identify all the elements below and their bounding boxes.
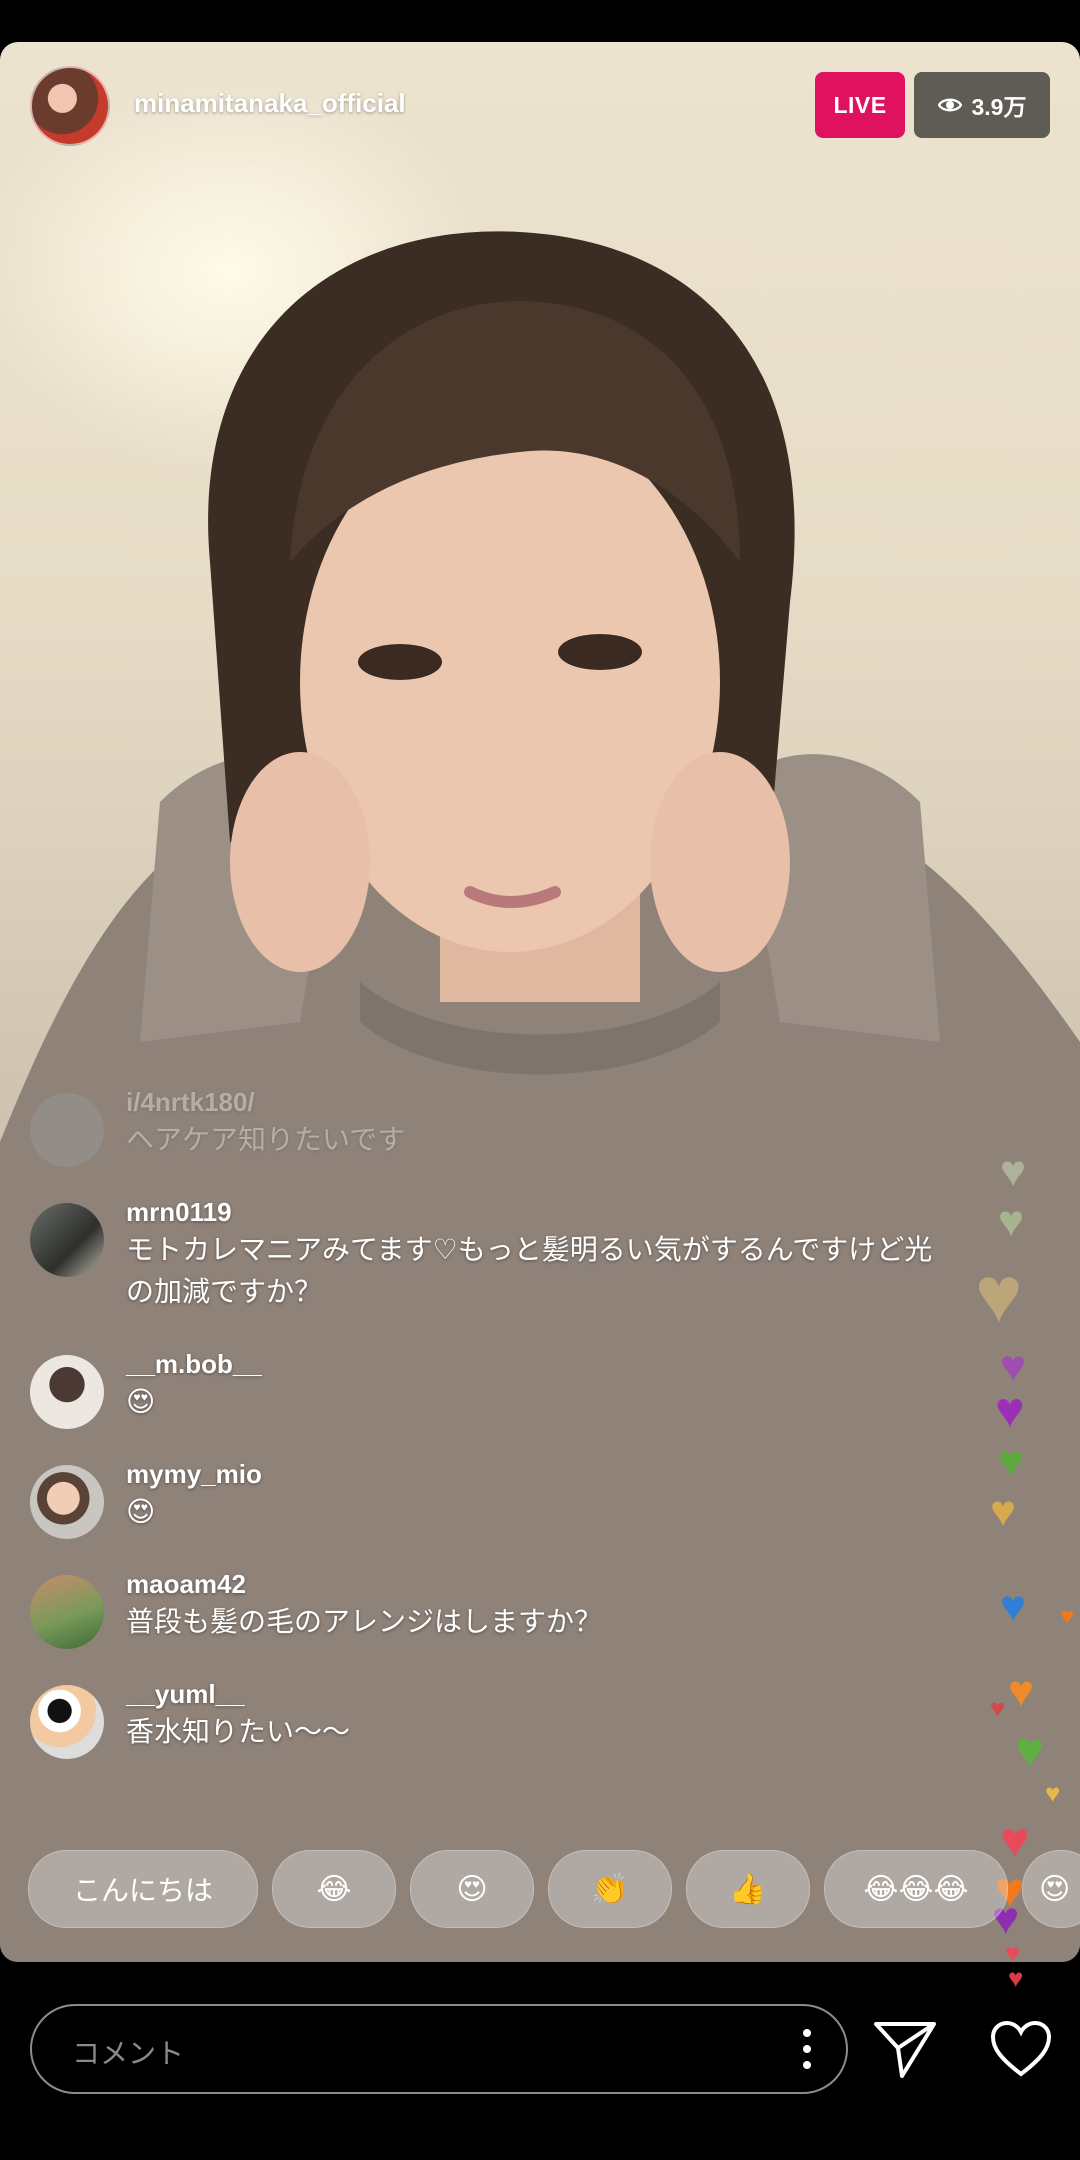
host-username[interactable]: minamitanaka_official xyxy=(134,88,406,119)
heart-icon: ♥ xyxy=(1008,1963,1024,1993)
viewer-count: 3.9万 xyxy=(971,94,1027,120)
commenter-avatar[interactable] xyxy=(30,1093,104,1167)
heart-icon: ♥ xyxy=(1000,1147,1027,1196)
heart-icon: ♥ xyxy=(990,1693,1006,1723)
quick-reaction-heart-eyes[interactable]: 😍 xyxy=(410,1850,535,1928)
commenter-username[interactable]: mrn0119 xyxy=(126,1195,950,1229)
heart-icon: ♥ xyxy=(995,1382,1025,1438)
quick-reaction-bar: こんにちは 😂 😍 👏 👍 😂😂😂 😍 xyxy=(28,1850,1080,1928)
comment-placeholder: コメント xyxy=(72,2038,185,2069)
commenter-avatar[interactable] xyxy=(30,1203,104,1277)
commenter-avatar[interactable] xyxy=(30,1465,104,1539)
host-avatar[interactable] xyxy=(30,66,110,146)
heart-icon: ♥ xyxy=(1060,1603,1075,1630)
comment-input[interactable]: コメント xyxy=(30,2004,848,2094)
quick-reaction-thumbs-up[interactable]: 👍 xyxy=(686,1850,811,1928)
comment-item: maoam42 普段も髪の毛のアレンジはしますか？ xyxy=(30,1567,950,1649)
quick-reply-greeting[interactable]: こんにちは xyxy=(28,1850,259,1928)
comment-item: mrn0119 モトカレマニアみてます♡もっと髪明るい気がするんですけど光の加減… xyxy=(30,1195,950,1313)
heart-icon: ♥ xyxy=(998,1197,1025,1246)
commenter-avatar[interactable] xyxy=(30,1575,104,1649)
comment-text: 普段も髪の毛のアレンジはしますか？ xyxy=(126,1606,603,1637)
eye-icon xyxy=(937,98,962,112)
heart-icon[interactable] xyxy=(990,2020,1052,2078)
comment-text: 😍 xyxy=(126,1496,156,1527)
heart-icon: ♥ xyxy=(990,1487,1017,1536)
live-badge: LIVE xyxy=(815,72,905,138)
heart-icon: ♥ xyxy=(1045,1778,1061,1808)
commenter-username[interactable]: maoam42 xyxy=(126,1567,950,1601)
quick-reaction-clap[interactable]: 👏 xyxy=(548,1850,673,1928)
comment-text: ヘアケア知りたいです xyxy=(126,1124,406,1155)
quick-reaction-heart-eyes-2[interactable]: 😍 xyxy=(1022,1850,1080,1928)
viewer-count-badge[interactable]: 3.9万 xyxy=(914,72,1050,138)
comment-item: mymy_mio 😍 xyxy=(30,1457,950,1539)
send-icon[interactable] xyxy=(872,2018,938,2080)
quick-reaction-laugh[interactable]: 😂 xyxy=(272,1850,397,1928)
comment-text: 😍 xyxy=(126,1386,156,1417)
heart-icon: ♥ xyxy=(1008,1667,1035,1716)
comment-item: __yuml__ 香水知りたい〜〜 xyxy=(30,1677,950,1759)
comment-item: __m.bob__ 😍 xyxy=(30,1347,950,1429)
commenter-avatar[interactable] xyxy=(30,1685,104,1759)
commenter-username[interactable]: i/4nrtk180/ xyxy=(126,1085,950,1119)
heart-icon: ♥ xyxy=(998,1437,1025,1486)
commenter-username[interactable]: mymy_mio xyxy=(126,1457,950,1491)
commenter-avatar[interactable] xyxy=(30,1355,104,1429)
comment-feed: i/4nrtk180/ ヘアケア知りたいです mrn0119 モトカレマニアみて… xyxy=(30,1085,950,1787)
commenter-username[interactable]: __yuml__ xyxy=(126,1677,950,1711)
heart-icon: ♥ xyxy=(1000,1582,1027,1631)
commenter-username[interactable]: __m.bob__ xyxy=(126,1347,950,1381)
comment-text: モトカレマニアみてます♡もっと髪明るい気がするんですけど光の加減ですか？ xyxy=(126,1234,933,1307)
heart-icon: ♥ xyxy=(975,1250,1023,1339)
comment-item: i/4nrtk180/ ヘアケア知りたいです xyxy=(30,1085,950,1167)
comment-text: 香水知りたい〜〜 xyxy=(126,1716,351,1747)
more-vertical-icon[interactable] xyxy=(802,2026,812,2072)
heart-icon: ♥ xyxy=(1015,1722,1045,1778)
quick-reaction-triple-laugh[interactable]: 😂😂😂 xyxy=(824,1850,1009,1928)
